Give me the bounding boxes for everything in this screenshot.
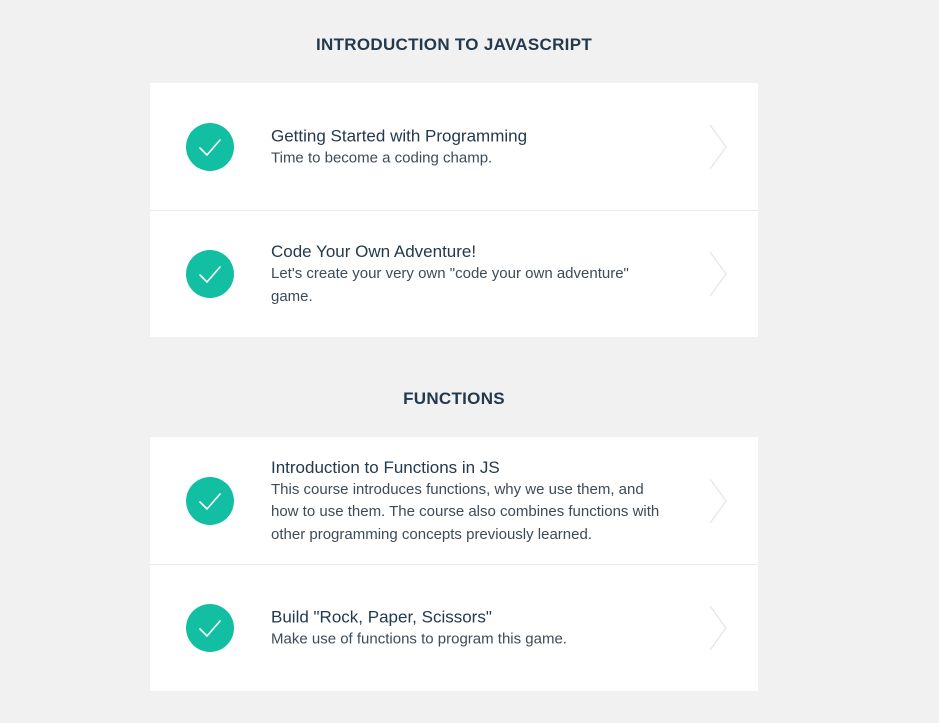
section-title-intro-javascript: INTRODUCTION TO JAVASCRIPT — [315, 35, 593, 54]
chevron-right-icon[interactable] — [708, 477, 728, 525]
course-card-group-intro-javascript: Getting Started with Programming Time to… — [150, 83, 758, 337]
course-row-code-your-own-adventure[interactable]: Code Your Own Adventure! Let's create yo… — [150, 210, 758, 337]
course-title: Code Your Own Adventure! — [271, 242, 477, 261]
course-row-getting-started[interactable]: Getting Started with Programming Time to… — [150, 83, 758, 210]
check-circle-icon — [186, 604, 234, 652]
course-description: Let's create your very own "code your ow… — [271, 265, 629, 305]
section-title-functions: FUNCTIONS — [403, 389, 505, 408]
chevron-right-icon[interactable] — [708, 250, 728, 298]
course-row-intro-functions[interactable]: Introduction to Functions in JS This cou… — [150, 437, 758, 564]
course-description: Time to become a coding champ. — [271, 148, 493, 166]
course-title: Build "Rock, Paper, Scissors" — [271, 607, 492, 627]
course-description: Make use of functions to program this ga… — [271, 630, 567, 648]
check-circle-icon — [186, 476, 234, 525]
course-card-group-functions: Introduction to Functions in JS This cou… — [150, 437, 758, 691]
check-circle-icon — [186, 122, 234, 171]
course-row-rock-paper-scissors[interactable]: Build "Rock, Paper, Scissors" Make use o… — [150, 564, 758, 691]
course-text: Introduction to Functions in JS This cou… — [271, 455, 671, 546]
course-title: Introduction to Functions in JS — [271, 457, 500, 477]
course-title: Getting Started with Programming — [271, 125, 528, 145]
check-circle-icon — [186, 250, 234, 298]
course-description: This course introduces functions, why we… — [271, 480, 660, 543]
chevron-right-icon[interactable] — [708, 604, 728, 652]
course-text: Getting Started with Programming Time to… — [271, 124, 671, 170]
chevron-right-icon[interactable] — [708, 123, 728, 171]
course-text: Build "Rock, Paper, Scissors" Make use o… — [271, 605, 671, 651]
course-text: Code Your Own Adventure! Let's create yo… — [271, 240, 671, 308]
